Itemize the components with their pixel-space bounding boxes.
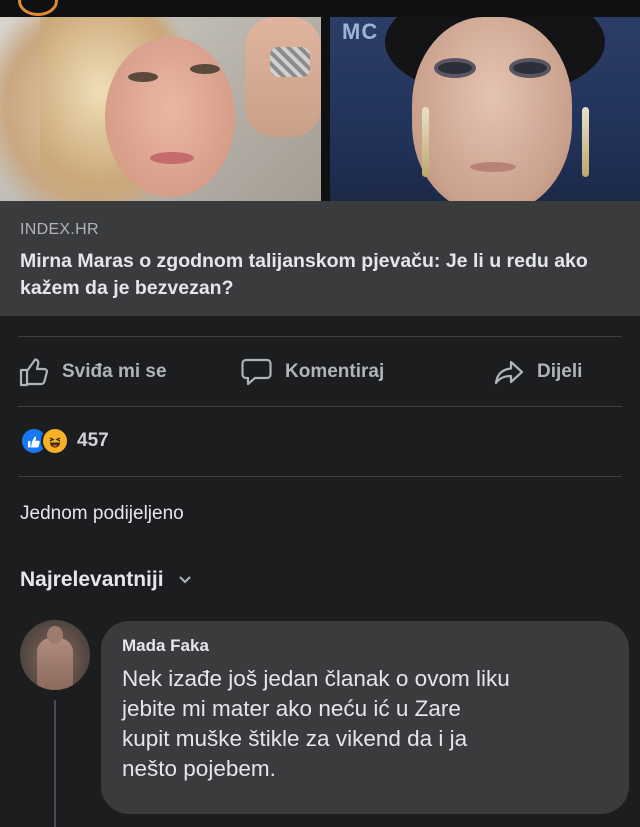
- divider: [18, 406, 622, 407]
- photo-backdrop-text: MC: [342, 19, 379, 44]
- share-button[interactable]: Dijeli: [493, 352, 582, 392]
- avatar-figure: [37, 638, 73, 690]
- divider: [18, 336, 622, 337]
- photo-face: [105, 37, 235, 197]
- link-preview-images[interactable]: MC: [0, 17, 640, 201]
- reactions-summary[interactable]: 457: [20, 426, 109, 456]
- share-label: Dijeli: [537, 361, 583, 382]
- like-label: Sviđa mi se: [62, 361, 167, 382]
- comment-label: Komentiraj: [285, 361, 385, 382]
- avatar-head: [47, 626, 63, 644]
- sort-label: Najrelevantniji: [20, 568, 164, 591]
- photo-lips: [150, 152, 194, 164]
- chevron-down-icon: [178, 576, 191, 584]
- photo-eye: [190, 64, 220, 74]
- haha-reaction-icon: [41, 427, 69, 455]
- photo-bracelet: [270, 47, 310, 77]
- photo-singer: MC: [330, 17, 640, 201]
- photo-eye: [438, 62, 472, 74]
- link-headline[interactable]: Mirna Maras o zgodnom talijanskom pjevač…: [20, 248, 630, 302]
- comments-sort-dropdown[interactable]: Najrelevantniji: [20, 568, 192, 592]
- photo-eye: [128, 72, 158, 82]
- thumbs-up-icon: [19, 358, 49, 387]
- photo-hand: [245, 17, 321, 137]
- reaction-count: 457: [77, 430, 109, 451]
- photo-earring: [582, 107, 589, 177]
- photo-earring: [422, 107, 429, 177]
- share-arrow-icon: [494, 360, 524, 385]
- photo-eye: [513, 62, 547, 74]
- like-button[interactable]: Sviđa mi se: [18, 352, 167, 392]
- photo-lips: [470, 162, 516, 172]
- comment-button[interactable]: Komentiraj: [240, 352, 384, 392]
- story-ring: [18, 0, 58, 16]
- avatar[interactable]: [20, 620, 90, 690]
- photo-woman: [0, 17, 321, 201]
- divider: [18, 476, 622, 477]
- comment-text: Nek izađe još jedan članak o ovom liku j…: [122, 666, 510, 781]
- comment-author[interactable]: Mada Faka: [122, 636, 209, 656]
- speech-bubble-icon: [241, 358, 272, 386]
- top-strip: [0, 0, 640, 17]
- shares-count[interactable]: Jednom podijeljeno: [20, 503, 184, 525]
- link-source: INDEX.HR: [20, 221, 99, 238]
- thread-line: [54, 700, 56, 827]
- photo-face: [412, 17, 572, 201]
